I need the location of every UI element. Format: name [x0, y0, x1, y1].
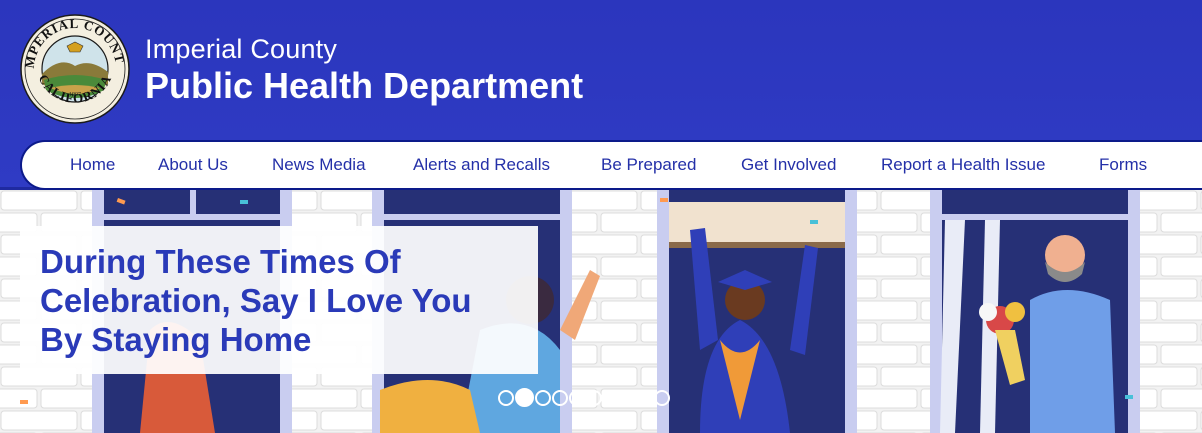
slider-dot-4[interactable] — [552, 389, 568, 406]
nav-item-alerts-and-recalls[interactable]: Alerts and Recalls — [413, 155, 550, 175]
slider-dot-9[interactable] — [637, 389, 653, 406]
nav-item-news-media[interactable]: News Media — [272, 155, 366, 175]
slider-dot-1[interactable] — [498, 389, 514, 406]
site-subtitle: Imperial County — [145, 34, 338, 64]
slider-dot-8[interactable] — [620, 389, 636, 406]
nav-item-get-involved[interactable]: Get Involved — [741, 155, 836, 175]
site-title[interactable]: Public Health Department — [145, 66, 583, 106]
slide-caption-text[interactable]: During These Times Of Celebration, Say I… — [40, 242, 520, 359]
main-nav: Home About Us News Media Alerts and Reca… — [20, 140, 1202, 190]
slider-dot-2[interactable] — [515, 388, 534, 407]
nav-item-report-a-health-issue[interactable]: Report a Health Issue — [881, 155, 1045, 175]
slider-dot-10[interactable] — [654, 389, 670, 406]
slider-dot-7[interactable] — [603, 389, 619, 406]
slide-caption[interactable]: During These Times Of Celebration, Say I… — [20, 226, 538, 374]
nav-item-home[interactable]: Home — [70, 155, 115, 175]
county-seal-logo[interactable]: 1907 IMPERIAL COUNTY CALIFORNIA — [20, 14, 130, 124]
slider-pagination — [498, 388, 671, 410]
slider-dot-3[interactable] — [535, 389, 551, 406]
slider-dot-6[interactable] — [586, 389, 602, 406]
site-title-block: Imperial County Public Health Department — [145, 34, 583, 106]
nav-item-about-us[interactable]: About Us — [158, 155, 228, 175]
slider-dot-5[interactable] — [569, 389, 585, 406]
nav-item-forms[interactable]: Forms — [1099, 155, 1147, 175]
nav-item-be-prepared[interactable]: Be Prepared — [601, 155, 696, 175]
